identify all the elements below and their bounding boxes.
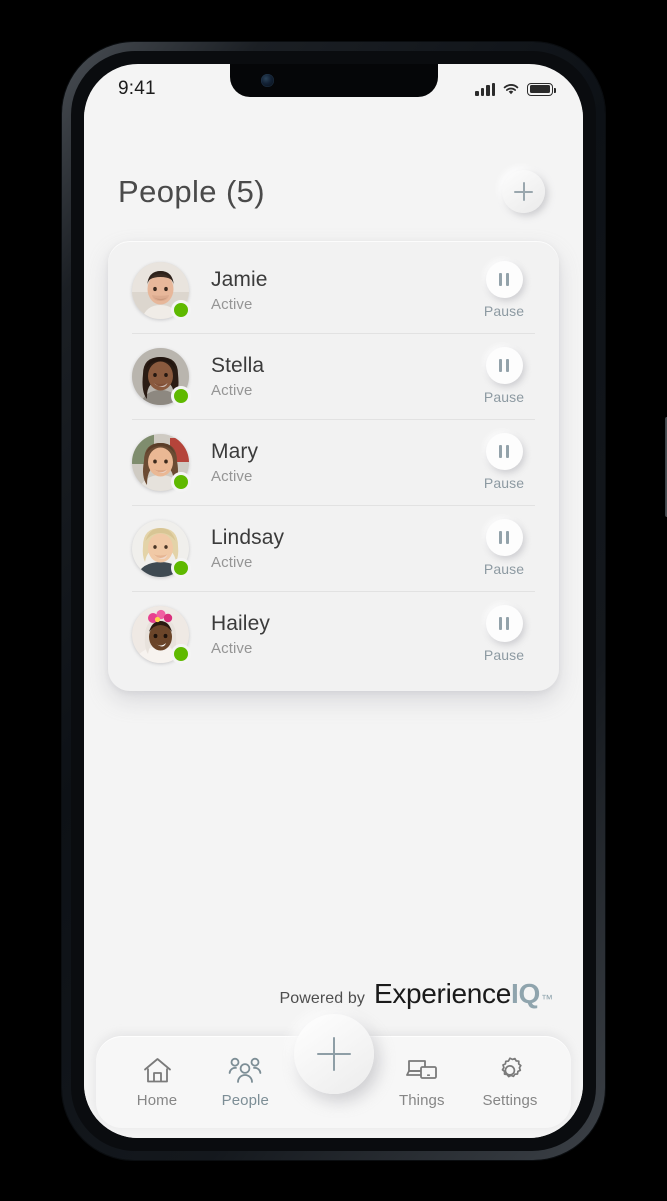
brand-name-primary: Experience (373, 978, 512, 1009)
table-row[interactable]: Jamie Active Pause (108, 247, 559, 333)
pause-button[interactable] (485, 519, 523, 556)
nav-label-settings: Settings (482, 1092, 538, 1109)
pause-label: Pause (483, 303, 525, 319)
status-icons (475, 82, 556, 96)
person-info: Jamie Active (189, 267, 475, 312)
pause-control[interactable]: Pause (475, 347, 533, 405)
person-info: Mary Active (189, 439, 475, 484)
branding: Powered by Experience IQ ™ (84, 978, 583, 1010)
pause-button[interactable] (485, 605, 523, 642)
person-name: Stella (211, 354, 265, 378)
nav-item-things[interactable]: Things (383, 1055, 461, 1109)
page-title: People (5) (118, 173, 266, 209)
person-name: Jamie (211, 268, 268, 292)
table-row[interactable]: Hailey Active Pause (108, 591, 559, 677)
devices-icon (405, 1055, 438, 1085)
pause-label: Pause (483, 389, 525, 405)
nav-label-home: Home (136, 1092, 178, 1109)
battery-icon (527, 82, 556, 96)
home-icon (143, 1055, 172, 1085)
wifi-icon (503, 84, 519, 95)
person-name: Lindsay (211, 526, 285, 550)
person-info: Hailey Active (189, 611, 475, 656)
pause-control[interactable]: Pause (475, 519, 533, 577)
person-status: Active (211, 553, 253, 571)
person-status: Active (211, 295, 253, 313)
status-dot (171, 643, 191, 664)
status-dot (171, 471, 191, 492)
pause-button[interactable] (485, 347, 523, 384)
nav-label-people: People (221, 1092, 269, 1109)
pause-label: Pause (483, 475, 525, 491)
gear-icon (495, 1055, 525, 1085)
table-row[interactable]: Lindsay Active Pause (108, 505, 559, 591)
status-dot (171, 385, 191, 406)
avatar (132, 605, 191, 664)
avatar (132, 433, 191, 492)
pause-label: Pause (483, 561, 525, 577)
pause-control[interactable]: Pause (475, 433, 533, 491)
avatar (132, 519, 191, 578)
app-content: People (5) Jamie Active Pause Stella Act… (84, 110, 583, 1138)
status-dot (171, 557, 191, 578)
person-name: Mary (211, 440, 259, 464)
add-fab-button[interactable] (293, 1014, 374, 1094)
phone-bezel: 9:41 People (5) Jamie Active Pause Stell… (71, 51, 596, 1151)
nav-item-settings[interactable]: Settings (471, 1055, 549, 1109)
page-header: People (5) (84, 110, 583, 213)
notch (229, 64, 438, 97)
people-list-card: Jamie Active Pause Stella Active Pause M… (108, 241, 559, 691)
person-status: Active (211, 467, 253, 485)
phone-screen: 9:41 People (5) Jamie Active Pause Stell… (84, 64, 583, 1138)
bottom-navigation: Home People Things Settings (96, 1014, 571, 1128)
person-status: Active (211, 639, 253, 657)
signal-bars-icon (475, 82, 495, 96)
pause-button[interactable] (485, 433, 523, 470)
status-time: 9:41 (118, 78, 156, 99)
front-camera-icon (260, 74, 274, 87)
powered-by-label: Powered by (279, 990, 365, 1007)
nav-label-things: Things (398, 1092, 445, 1109)
pause-control[interactable]: Pause (475, 261, 533, 319)
person-name: Hailey (211, 612, 270, 636)
phone-frame: 9:41 People (5) Jamie Active Pause Stell… (62, 42, 667, 1160)
table-row[interactable]: Stella Active Pause (108, 333, 559, 419)
person-status: Active (211, 381, 253, 399)
avatar (132, 347, 191, 406)
pause-control[interactable]: Pause (475, 605, 533, 663)
brand-name-accent: IQ (511, 978, 540, 1009)
people-icon (228, 1055, 262, 1085)
add-person-button[interactable] (502, 170, 545, 213)
avatar (132, 261, 191, 320)
pause-button[interactable] (485, 261, 523, 298)
pause-label: Pause (483, 647, 525, 663)
trademark-symbol: ™ (541, 992, 553, 1006)
person-info: Stella Active (189, 353, 475, 398)
table-row[interactable]: Mary Active Pause (108, 419, 559, 505)
nav-item-home[interactable]: Home (118, 1055, 196, 1109)
screenshot-root: 9:41 People (5) Jamie Active Pause Stell… (0, 0, 667, 1201)
plus-icon (316, 1037, 351, 1071)
nav-item-people[interactable]: People (206, 1055, 284, 1109)
plus-icon (514, 182, 533, 201)
person-info: Lindsay Active (189, 525, 475, 570)
status-dot (171, 299, 191, 320)
